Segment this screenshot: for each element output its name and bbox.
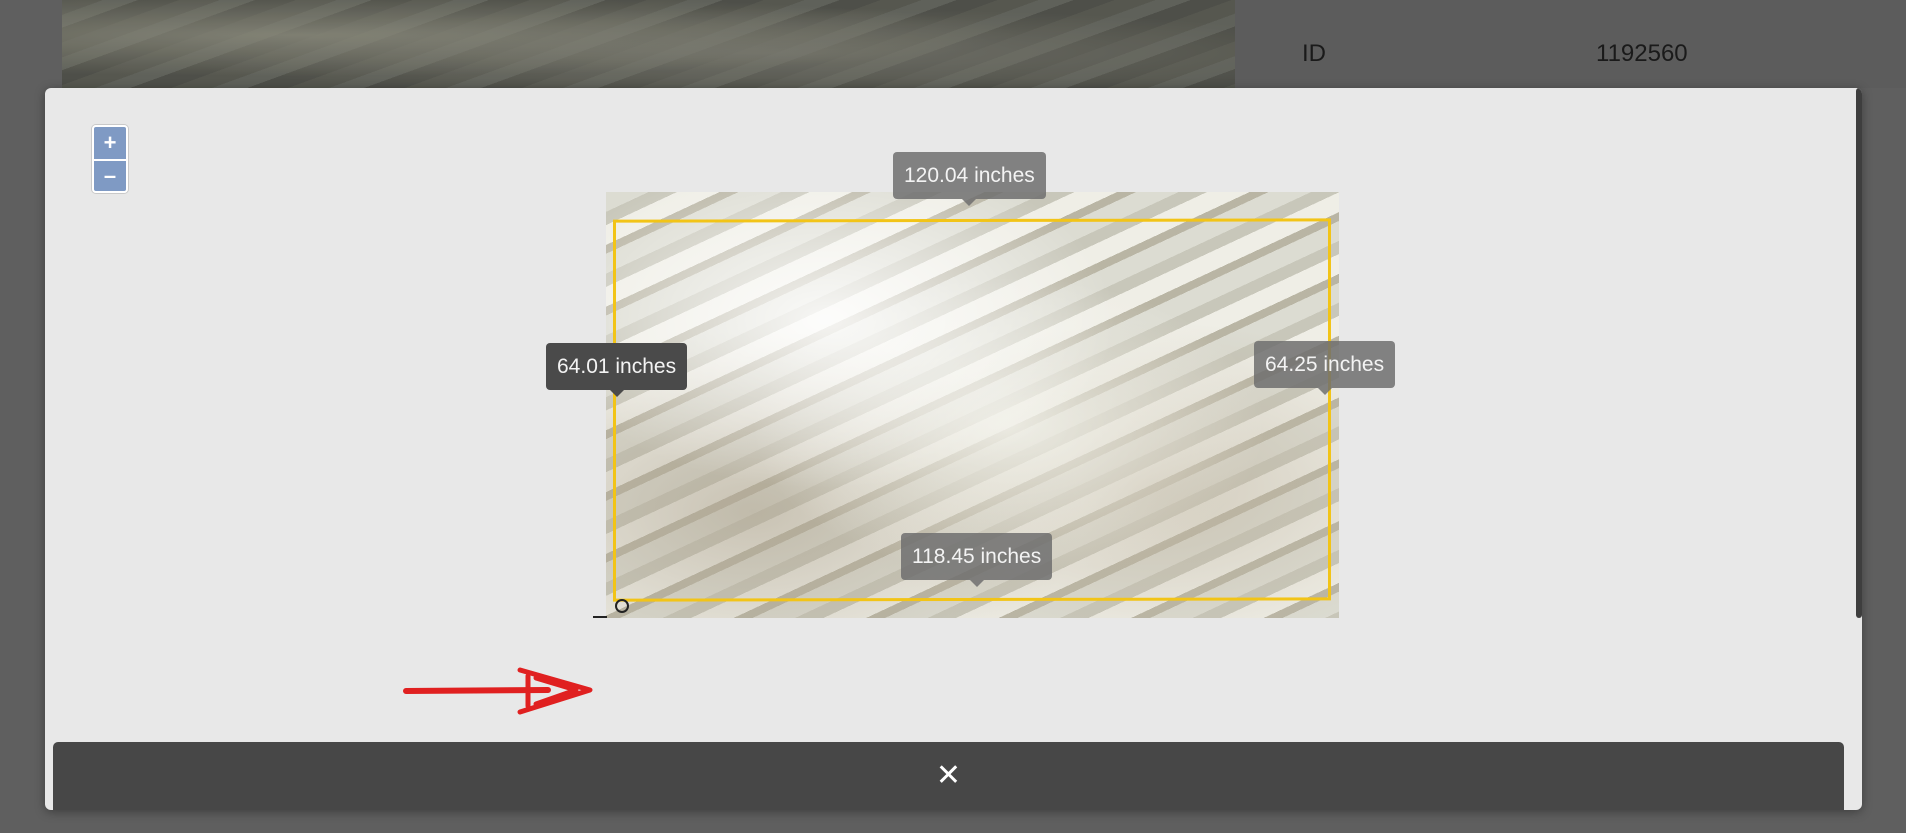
red-arrow-icon [403,667,593,715]
dimension-left-label: 64.01 inches [546,343,688,397]
zoom-out-button[interactable]: – [94,159,126,191]
zoom-controls: + – [92,125,128,193]
dimension-right-label: 64.25 inches [1254,341,1396,395]
modal-scrollbar[interactable] [1856,88,1862,618]
corner-handle-icon[interactable] [615,599,629,613]
zoom-in-button[interactable]: + [94,127,126,159]
dimension-bottom-label: 118.45 inches [901,533,1053,587]
close-icon: ✕ [935,759,962,792]
slab-viewer-modal: + – 120.04 inches 64.01 inches 64.25 inc… [45,88,1862,810]
background-slab-image [62,0,1235,88]
corner-mark [593,616,607,618]
detail-id-label: ID [1302,40,1326,67]
detail-id-value: 1192560 [1596,40,1688,67]
background-details-panel [1235,0,1906,88]
close-button[interactable]: ✕ [53,742,1844,810]
dimension-top-label: 120.04 inches [893,152,1046,206]
